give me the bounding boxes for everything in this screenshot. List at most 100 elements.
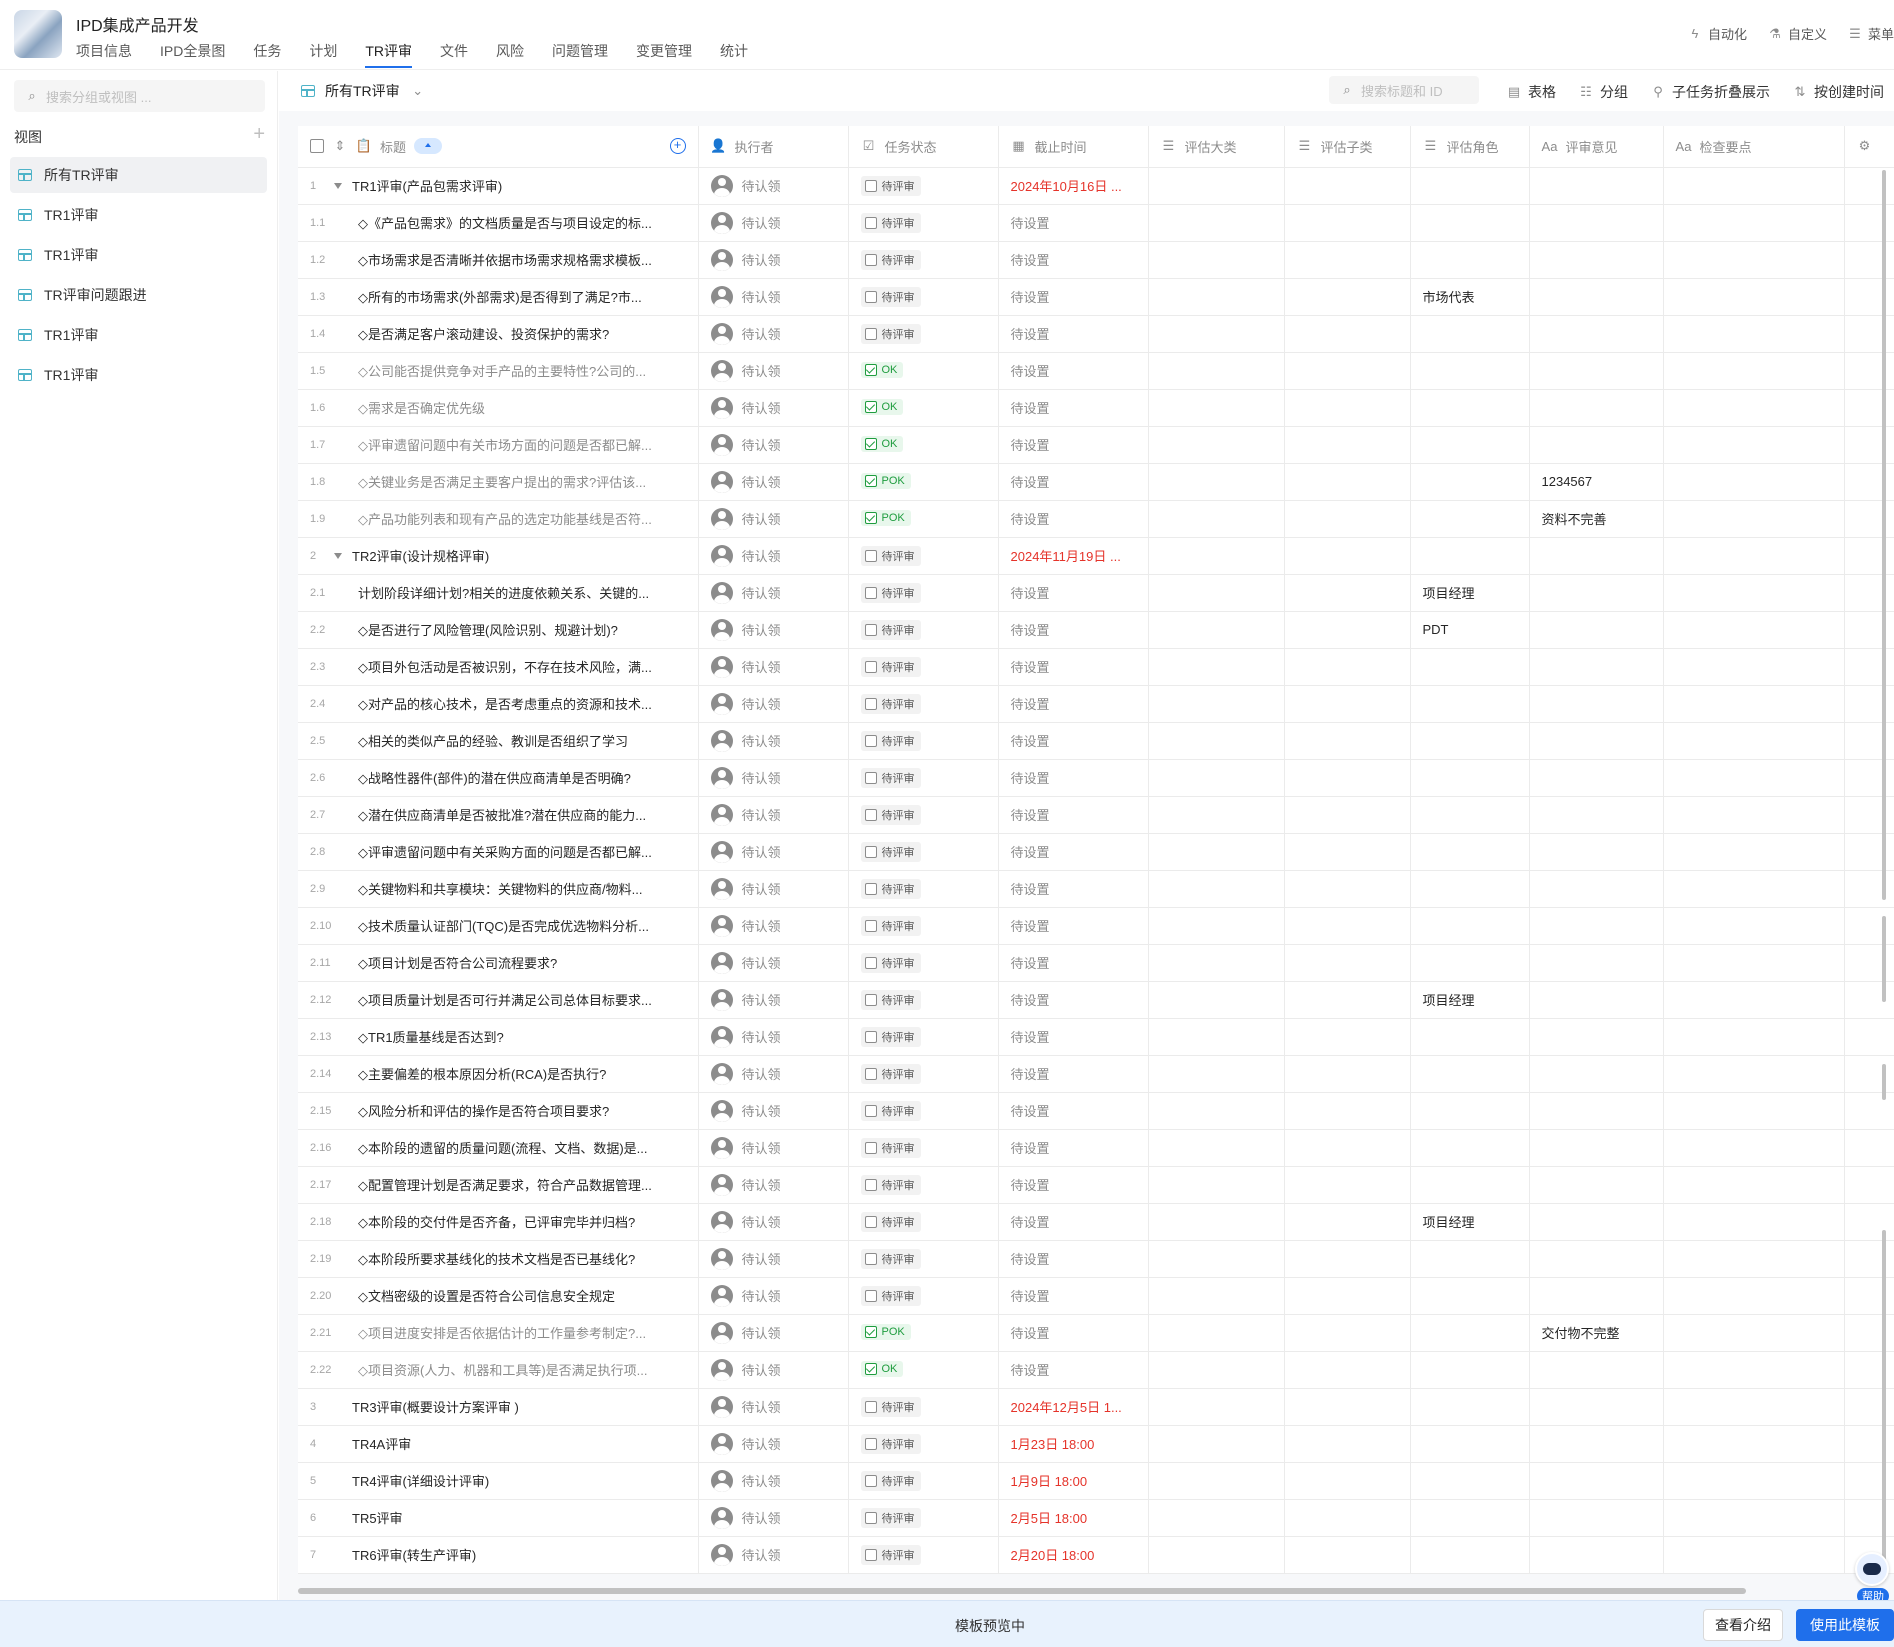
category-cell[interactable]	[1148, 907, 1285, 945]
vertical-scrollbar-segment[interactable]	[1882, 1064, 1886, 1100]
category-cell[interactable]	[1148, 685, 1285, 723]
opinion-cell[interactable]	[1529, 1277, 1664, 1315]
task-title-cell[interactable]: 2.10 ◇技术质量认证部门(TQC)是否完成优选物料分析...	[298, 907, 699, 945]
sidebar-view-item[interactable]: TR1评审	[10, 197, 267, 233]
subcategory-cell[interactable]	[1284, 685, 1411, 723]
task-title-cell[interactable]: 1.7 ◇评审遗留问题中有关市场方面的问题是否都已解...	[298, 426, 699, 464]
category-cell[interactable]	[1148, 759, 1285, 797]
table-row[interactable]: 2.16 ◇本阶段的遗留的质量问题(流程、文档、数据)是... 待认领 待评审 待设置	[298, 1129, 1894, 1167]
status-cell[interactable]: OK	[848, 352, 999, 390]
category-cell[interactable]	[1148, 1055, 1285, 1093]
category-cell[interactable]	[1148, 537, 1285, 575]
role-cell[interactable]	[1410, 1536, 1530, 1574]
task-title-cell[interactable]: 2.20 ◇文档密级的设置是否符合公司信息安全规定	[298, 1277, 699, 1315]
checkpoint-cell[interactable]	[1663, 463, 1845, 501]
opinion-cell[interactable]	[1529, 1055, 1664, 1093]
due-cell[interactable]: 待设置	[998, 1203, 1149, 1241]
assignee-cell[interactable]: 待认领	[698, 722, 849, 760]
opinion-cell[interactable]	[1529, 1092, 1664, 1130]
table-row[interactable]: 1.5 ◇公司能否提供竞争对手产品的主要特性?公司的... 待认领 OK 待设置	[298, 352, 1894, 390]
opinion-cell[interactable]	[1529, 907, 1664, 945]
subcategory-cell[interactable]	[1284, 1203, 1411, 1241]
table-row[interactable]: 1.4 ◇是否满足客户滚动建设、投资保护的需求? 待认领 待评审 待设置	[298, 315, 1894, 353]
col-due[interactable]: ▦ 截止时间	[998, 126, 1149, 168]
checkpoint-cell[interactable]	[1663, 907, 1845, 945]
category-cell[interactable]	[1148, 944, 1285, 982]
subcategory-cell[interactable]	[1284, 1314, 1411, 1352]
subcategory-cell[interactable]	[1284, 389, 1411, 427]
status-badge[interactable]: 待评审	[860, 767, 921, 788]
status-cell[interactable]: 待评审	[848, 1092, 999, 1130]
role-cell[interactable]	[1410, 648, 1530, 686]
task-title-cell[interactable]: 1.2 ◇市场需求是否清晰并依据市场需求规格需求模板...	[298, 241, 699, 279]
status-badge[interactable]: 待评审	[860, 1544, 921, 1565]
role-cell[interactable]	[1410, 315, 1530, 353]
category-cell[interactable]	[1148, 278, 1285, 316]
role-cell[interactable]	[1410, 167, 1530, 205]
status-badge[interactable]: 待评审	[860, 1174, 921, 1195]
subcategory-cell[interactable]	[1284, 981, 1411, 1019]
opinion-cell[interactable]	[1529, 796, 1664, 834]
col-assignee[interactable]: 👤 执行者	[698, 126, 849, 168]
opinion-cell[interactable]	[1529, 1240, 1664, 1278]
opinion-cell[interactable]	[1529, 315, 1664, 353]
subcategory-cell[interactable]	[1284, 1129, 1411, 1167]
checkpoint-cell[interactable]	[1663, 648, 1845, 686]
expand-collapse-icon[interactable]: ⇕	[332, 138, 348, 154]
category-cell[interactable]	[1148, 1092, 1285, 1130]
table-row[interactable]: 1.9 ◇产品功能列表和现有产品的选定功能基线是否符... 待认领 POK 待设置 资料不…	[298, 500, 1894, 538]
role-cell[interactable]	[1410, 463, 1530, 501]
opinion-cell[interactable]	[1529, 1425, 1664, 1463]
status-cell[interactable]: 待评审	[848, 907, 999, 945]
table-row[interactable]: 2.20 ◇文档密级的设置是否符合公司信息安全规定 待认领 待评审 待设置	[298, 1277, 1894, 1315]
status-cell[interactable]: POK	[848, 463, 999, 501]
menu-button[interactable]: ☰ 菜单	[1847, 24, 1894, 43]
role-cell[interactable]	[1410, 722, 1530, 760]
checkpoint-cell[interactable]	[1663, 278, 1845, 316]
assignee-cell[interactable]: 待认领	[698, 463, 849, 501]
subcategory-cell[interactable]	[1284, 204, 1411, 242]
customize-button[interactable]: ⚗ 自定义	[1767, 24, 1827, 43]
status-badge[interactable]: 待评审	[860, 1026, 921, 1047]
table-row[interactable]: 2.13 ◇TR1质量基线是否达到? 待认领 待评审 待设置	[298, 1018, 1894, 1056]
group-button[interactable]: ☷ 分组	[1578, 82, 1628, 102]
assignee-cell[interactable]: 待认领	[698, 241, 849, 279]
checkpoint-cell[interactable]	[1663, 1055, 1845, 1093]
table-row[interactable]: 2.15 ◇风险分析和评估的操作是否符合项目要求? 待认领 待评审 待设置	[298, 1092, 1894, 1130]
sidebar-view-item[interactable]: TR评审问题跟进	[10, 277, 267, 313]
assignee-cell[interactable]: 待认领	[698, 389, 849, 427]
table-row[interactable]: 2.11 ◇项目计划是否符合公司流程要求? 待认领 待评审 待设置	[298, 944, 1894, 982]
category-cell[interactable]	[1148, 204, 1285, 242]
status-badge[interactable]: 待评审	[860, 175, 921, 196]
checkpoint-cell[interactable]	[1663, 981, 1845, 1019]
status-badge[interactable]: 待评审	[860, 1248, 921, 1269]
due-cell[interactable]: 待设置	[998, 833, 1149, 871]
opinion-cell[interactable]	[1529, 537, 1664, 575]
nav-tab-5[interactable]: 文件	[440, 42, 468, 68]
category-cell[interactable]	[1148, 1166, 1285, 1204]
category-cell[interactable]	[1148, 796, 1285, 834]
task-title-cell[interactable]: 2.5 ◇相关的类似产品的经验、教训是否组织了学习	[298, 722, 699, 760]
category-cell[interactable]	[1148, 315, 1285, 353]
status-cell[interactable]: 待评审	[848, 870, 999, 908]
subcategory-cell[interactable]	[1284, 870, 1411, 908]
role-cell[interactable]	[1410, 685, 1530, 723]
subtask-collapse-button[interactable]: ⚲ 子任务折叠展示	[1650, 82, 1770, 102]
opinion-cell[interactable]	[1529, 1499, 1664, 1537]
task-title-cell[interactable]: 2.9 ◇关键物料和共享模块：关键物料的供应商/物料...	[298, 870, 699, 908]
assignee-cell[interactable]: 待认领	[698, 574, 849, 612]
checkpoint-cell[interactable]	[1663, 167, 1845, 205]
subcategory-cell[interactable]	[1284, 1240, 1411, 1278]
role-cell[interactable]	[1410, 944, 1530, 982]
due-cell[interactable]: 2月20日 18:00	[998, 1536, 1149, 1574]
select-all-checkbox[interactable]	[310, 139, 324, 154]
checkpoint-cell[interactable]	[1663, 426, 1845, 464]
opinion-cell[interactable]	[1529, 685, 1664, 723]
checkpoint-cell[interactable]	[1663, 870, 1845, 908]
role-cell[interactable]	[1410, 500, 1530, 538]
due-cell[interactable]: 待设置	[998, 1277, 1149, 1315]
table-row[interactable]: 1.3 ◇所有的市场需求(外部需求)是否得到了满足?市... 待认领 待评审 待设置 市场…	[298, 278, 1894, 316]
due-cell[interactable]: 2024年11月19日 ...	[998, 537, 1149, 575]
due-cell[interactable]: 待设置	[998, 611, 1149, 649]
checkpoint-cell[interactable]	[1663, 1499, 1845, 1537]
